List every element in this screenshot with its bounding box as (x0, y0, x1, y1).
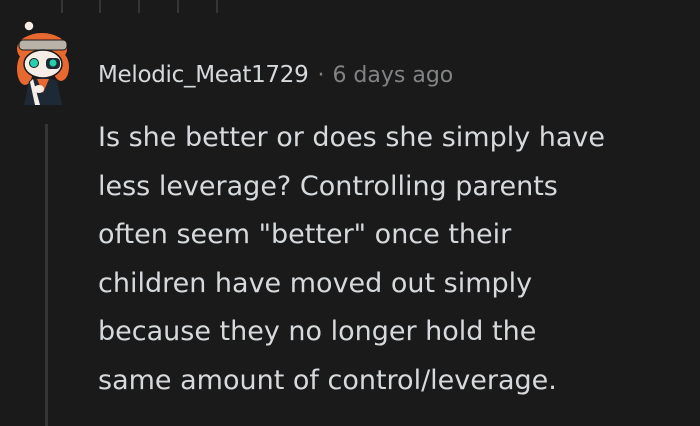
comment-body: Is she better or does she simply have le… (98, 122, 606, 396)
snoo-avatar-icon (17, 20, 69, 105)
username-link[interactable]: Melodic_Meat1729 (98, 62, 309, 88)
thread-line-tick (61, 0, 63, 13)
comment-timestamp[interactable]: 6 days ago (332, 63, 453, 88)
thread-line-tick (177, 0, 179, 13)
thread-line-tick (138, 0, 140, 13)
thread-line-tick (216, 0, 218, 13)
meta-separator: · (317, 62, 325, 88)
comment-thread-line[interactable] (45, 124, 48, 426)
parent-thread-lines (0, 0, 700, 20)
comment-header: Melodic_Meat1729 · 6 days ago (98, 58, 453, 92)
avatar[interactable] (12, 19, 80, 105)
thread-line-tick (99, 0, 101, 13)
